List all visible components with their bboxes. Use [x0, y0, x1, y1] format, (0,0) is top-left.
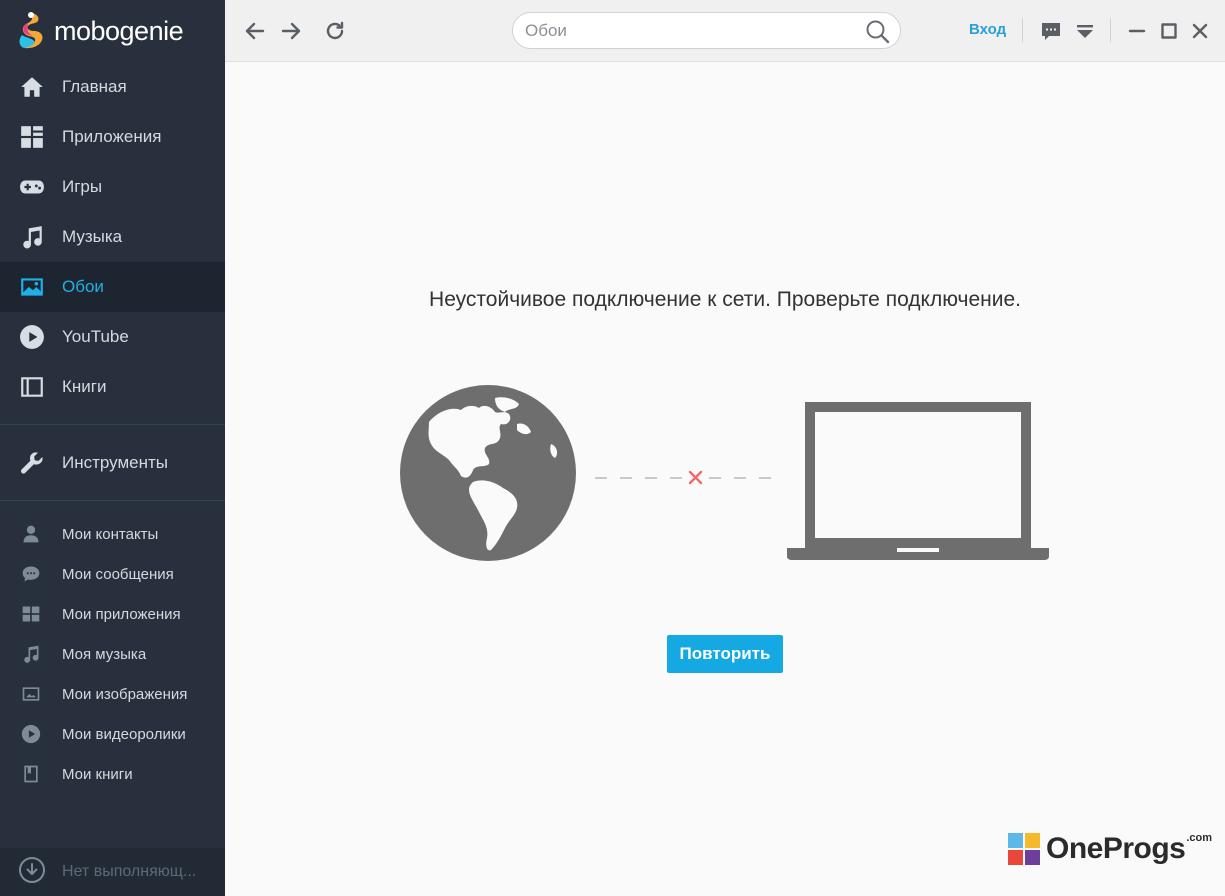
oneprogs-watermark: OneProgs .com — [1008, 832, 1212, 866]
sidebar-item-label: Моя музыка — [62, 645, 147, 663]
toolbar-separator — [1110, 18, 1111, 42]
sidebar-item-my-music[interactable]: Моя музыка — [0, 634, 225, 674]
close-icon — [1192, 23, 1208, 39]
sidebar-item-home[interactable]: Главная — [0, 62, 225, 112]
sidebar-item-my-apps[interactable]: Мои приложения — [0, 594, 225, 634]
sidebar-item-label: Мои контакты — [62, 525, 159, 543]
contact-icon — [20, 523, 42, 545]
search-icon[interactable] — [865, 19, 890, 44]
sidebar-item-label: Мои изображения — [62, 685, 188, 703]
sidebar-item-label: YouTube — [62, 327, 129, 346]
minimize-icon — [1128, 29, 1146, 33]
arrow-right-icon — [281, 22, 301, 40]
sidebar-item-music[interactable]: Музыка — [0, 212, 225, 262]
laptop-icon — [787, 402, 1049, 560]
sidebar-item-my-books[interactable]: Мои книги — [0, 754, 225, 794]
sidebar-item-my-contacts[interactable]: Мои контакты — [0, 514, 225, 554]
search-box[interactable] — [512, 12, 901, 49]
connection-error-message: Неустойчивое подключение к сети. Проверь… — [429, 288, 1021, 311]
arrow-left-icon — [245, 22, 265, 40]
minimize-button[interactable] — [1123, 17, 1151, 45]
sidebar-item-wallpapers[interactable]: Обои — [0, 262, 225, 312]
toolbar-separator — [1022, 18, 1023, 42]
retry-button[interactable]: Повторить — [667, 635, 783, 673]
sidebar-item-label: Инструменты — [62, 453, 169, 472]
message-icon — [20, 563, 42, 585]
close-button[interactable] — [1186, 17, 1214, 45]
refresh-icon — [326, 21, 344, 40]
sidebar-divider — [0, 500, 225, 501]
apps-grid-icon — [18, 123, 46, 151]
sidebar-item-label: Обои — [62, 277, 104, 296]
sidebar-item-games[interactable]: Игры — [0, 162, 225, 212]
main-nav: Главная Приложения Игры Музыка Обои YouT… — [0, 62, 225, 412]
sidebar-item-label: Мои книги — [62, 765, 133, 783]
sidebar-item-apps[interactable]: Приложения — [0, 112, 225, 162]
wallpaper-icon — [18, 273, 46, 301]
image-icon — [20, 683, 42, 705]
sidebar-divider — [0, 424, 225, 425]
sidebar-item-my-videos[interactable]: Мои видеоролики — [0, 714, 225, 754]
sidebar-item-books[interactable]: Книги — [0, 362, 225, 412]
sidebar-item-my-messages[interactable]: Мои сообщения — [0, 554, 225, 594]
login-link[interactable]: Вход — [969, 21, 1006, 38]
sidebar-item-label: Игры — [62, 177, 103, 196]
wrench-icon — [18, 449, 46, 477]
book-icon — [18, 373, 46, 401]
feedback-button[interactable] — [1037, 17, 1065, 45]
main-content: Неустойчивое подключение к сети. Проверь… — [225, 62, 1225, 896]
error-x-icon — [688, 470, 703, 485]
sidebar-item-label: Главная — [62, 77, 127, 96]
sidebar: mobogenie Главная Приложения Игры Музыка — [0, 0, 225, 896]
search-input[interactable] — [525, 20, 855, 42]
sidebar-item-label: Мои сообщения — [62, 565, 174, 583]
back-button[interactable] — [241, 17, 269, 45]
download-icon — [18, 856, 46, 889]
sidebar-item-label: Музыка — [62, 227, 123, 246]
downloads-label: Нет выполняющ... — [62, 863, 197, 880]
play-circle-icon — [20, 723, 42, 745]
app-name: mobogenie — [54, 15, 184, 46]
downloads-status[interactable]: Нет выполняющ... — [0, 848, 225, 896]
apps-grid-icon — [20, 603, 42, 625]
watermark-suffix: .com — [1186, 832, 1213, 844]
sidebar-item-youtube[interactable]: YouTube — [0, 312, 225, 362]
music-note-icon — [20, 643, 42, 665]
forward-button[interactable] — [277, 17, 305, 45]
chat-bubble-icon — [1042, 23, 1060, 40]
home-icon — [18, 73, 46, 101]
play-circle-icon — [18, 323, 46, 351]
menu-button[interactable] — [1071, 17, 1099, 45]
sidebar-item-label: Мои видеоролики — [62, 725, 186, 743]
refresh-button[interactable] — [321, 17, 349, 45]
gamepad-icon — [18, 173, 46, 201]
my-content-nav: Мои контакты Мои сообщения Мои приложени… — [0, 514, 225, 794]
sidebar-item-my-images[interactable]: Мои изображения — [0, 674, 225, 714]
sidebar-item-label: Мои приложения — [62, 605, 181, 623]
music-note-icon — [18, 223, 46, 251]
globe-icon — [400, 385, 576, 561]
mobogenie-logo-icon — [19, 12, 43, 49]
sidebar-item-tools[interactable]: Инструменты — [0, 438, 225, 488]
sidebar-item-label: Приложения — [62, 127, 162, 146]
broken-connection-indicator — [595, 470, 771, 485]
brand[interactable]: mobogenie — [0, 0, 225, 62]
dropdown-menu-icon — [1077, 25, 1093, 38]
sidebar-item-label: Книги — [62, 377, 107, 396]
book-icon — [20, 763, 42, 785]
tools-section: Инструменты — [0, 438, 225, 488]
maximize-button[interactable] — [1155, 17, 1183, 45]
oneprogs-logo-icon — [1008, 833, 1040, 865]
toolbar: Вход — [225, 0, 1225, 62]
maximize-icon — [1161, 23, 1177, 39]
watermark-text: OneProgs — [1046, 832, 1186, 865]
